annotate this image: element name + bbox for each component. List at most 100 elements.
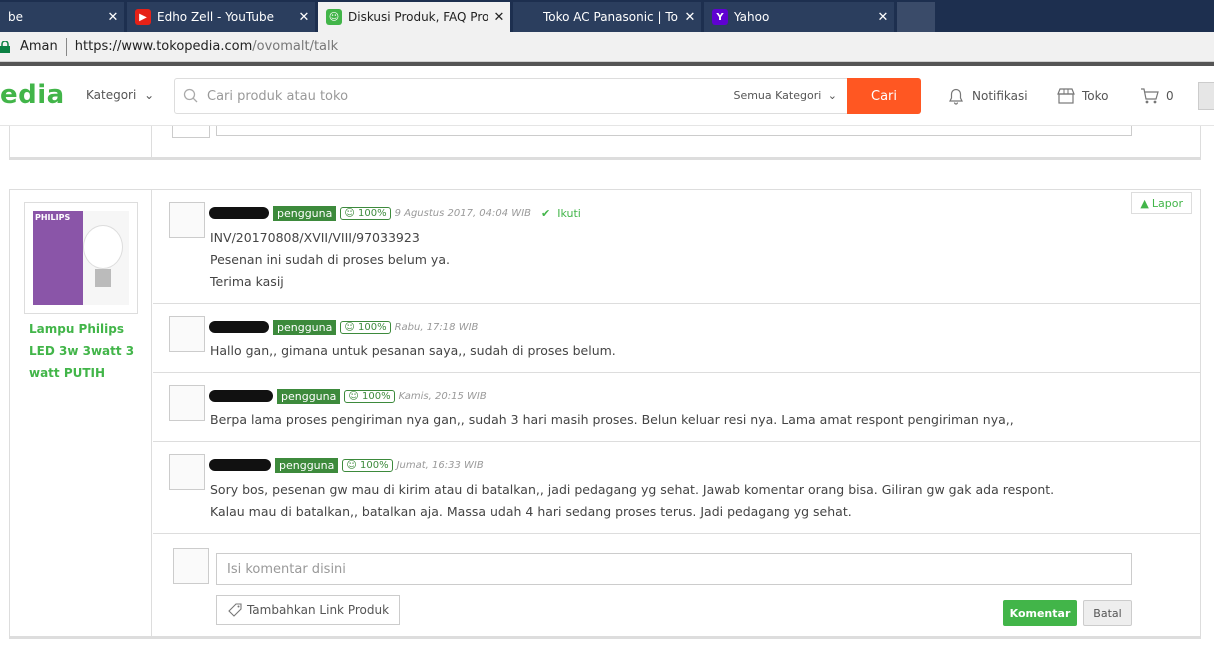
- message-body: Hallo gan,, gimana untuk pesanan saya,, …: [210, 340, 616, 362]
- avatar: [169, 385, 205, 421]
- previous-comment-input[interactable]: [216, 126, 1132, 136]
- submit-comment-button[interactable]: Komentar: [1003, 600, 1077, 626]
- message-meta: pengguna ☺ 100% 9 Agustus 2017, 04:04 WI…: [209, 205, 581, 221]
- reputation-badge: ☺ 100%: [344, 389, 395, 403]
- message-line: Pesenan ini sudah di proses belum ya.: [210, 252, 450, 267]
- yahoo-icon: Y: [712, 9, 728, 25]
- message-line: Terima kasij: [210, 274, 284, 289]
- user-role-badge: pengguna: [275, 457, 339, 473]
- browser-tab-2[interactable]: ▶ Edho Zell - YouTube ✕: [127, 2, 315, 32]
- browser-tab-3[interactable]: ☺ Diskusi Produk, FAQ Pro ✕: [318, 2, 510, 32]
- kategori-label: Kategori: [86, 88, 137, 102]
- bulb-graphic: [83, 225, 123, 269]
- notification-label: Notifikasi: [972, 89, 1028, 103]
- reputation-badge: ☺ 100%: [340, 206, 391, 220]
- tab-label: Yahoo: [734, 10, 770, 24]
- new-tab-button[interactable]: [897, 2, 935, 32]
- search-icon: [183, 88, 198, 103]
- search-button[interactable]: Cari: [847, 78, 921, 114]
- avatar: [172, 126, 210, 138]
- message-time: Rabu, 17:18 WIB: [394, 321, 479, 333]
- address-bar[interactable]: Aman https://www.tokopedia.com/ovomalt/t…: [0, 32, 1214, 62]
- close-tab-icon[interactable]: ✕: [488, 10, 510, 25]
- message-line: Hallo gan,, gimana untuk pesanan saya,, …: [210, 343, 616, 358]
- notification-menu[interactable]: Notifikasi: [946, 86, 1028, 106]
- previous-product-column: [10, 126, 152, 157]
- tab-label: Toko AC Panasonic | Tok: [543, 10, 679, 24]
- message-meta: pengguna ☺ 100% Rabu, 17:18 WIB: [209, 319, 488, 335]
- discussion-card: PHILIPS Lampu Philips LED 3w 3watt 3 wat…: [9, 189, 1201, 639]
- bell-icon: [949, 88, 963, 105]
- close-tab-icon[interactable]: ✕: [872, 10, 894, 25]
- shop-menu[interactable]: Toko: [1056, 86, 1109, 106]
- message-line: Kalau mau di batalkan,, batalkan aja. Ma…: [210, 504, 852, 519]
- tokopedia-icon: ☺: [326, 9, 342, 25]
- url-host: https://www.tokopedia.com: [74, 39, 253, 54]
- category-select[interactable]: Semua Kategori ⌄: [733, 89, 837, 102]
- tab-label: be: [8, 10, 23, 24]
- message-time: 9 Agustus 2017, 04:04 WIB: [394, 207, 532, 219]
- lock-icon: [0, 40, 10, 53]
- reputation-badge: ☺ 100%: [342, 458, 393, 472]
- reputation-value: 100%: [357, 207, 387, 219]
- reputation-badge: ☺ 100%: [340, 320, 391, 334]
- redacted-username: [209, 390, 273, 402]
- site-header: edia Kategori ⌄ Semua Kategori ⌄ Cari No…: [0, 66, 1214, 126]
- message-line: Berpa lama proses pengiriman nya gan,, s…: [210, 412, 1014, 427]
- cart-icon: [1141, 88, 1159, 104]
- add-product-link-label: Tambahkan Link Produk: [246, 603, 390, 617]
- youtube-icon: ▶: [135, 9, 151, 25]
- message-line: INV/20170808/XVII/VIII/97033923: [210, 230, 420, 245]
- cancel-button[interactable]: Batal: [1083, 600, 1132, 626]
- discussion-message: pengguna ☺ 100% Jumat, 16:33 WIB Sory bo…: [153, 442, 1201, 534]
- product-name-link[interactable]: Lampu Philips LED 3w 3watt 3 watt PUTIH: [29, 318, 139, 384]
- avatar: [169, 316, 205, 352]
- brand-logo-text: PHILIPS: [35, 213, 71, 222]
- discussion-message: pengguna ☺ 100% Rabu, 17:18 WIB Hallo ga…: [153, 304, 1201, 373]
- cart-menu[interactable]: 0: [1140, 86, 1174, 106]
- cart-count: 0: [1166, 89, 1174, 103]
- user-avatar[interactable]: [1198, 82, 1214, 110]
- product-image[interactable]: PHILIPS: [24, 202, 138, 314]
- message-time: Jumat, 16:33 WIB: [396, 459, 484, 471]
- close-tab-icon[interactable]: ✕: [293, 10, 315, 25]
- reputation-value: 100%: [357, 321, 387, 333]
- kategori-dropdown[interactable]: Kategori ⌄: [86, 88, 154, 102]
- close-tab-icon[interactable]: ✕: [679, 10, 701, 25]
- product-column: PHILIPS Lampu Philips LED 3w 3watt 3 wat…: [10, 190, 152, 637]
- avatar: [169, 454, 205, 490]
- bulb-base-graphic: [95, 269, 111, 287]
- address-separator: [65, 37, 67, 56]
- message-body: Sory bos, pesenan gw mau di kirim atau d…: [210, 479, 1054, 523]
- tokopedia-logo[interactable]: edia: [0, 80, 65, 110]
- comment-input[interactable]: [216, 553, 1132, 585]
- follow-button[interactable]: ✔ Ikuti: [541, 207, 581, 220]
- message-body: INV/20170808/XVII/VIII/97033923 Pesenan …: [210, 227, 450, 293]
- tag-icon: [228, 603, 242, 617]
- tab-label: Diskusi Produk, FAQ Pro: [348, 10, 488, 24]
- message-meta: pengguna ☺ 100% Kamis, 20:15 WIB: [209, 388, 497, 404]
- discussion-message: pengguna ☺ 100% 9 Agustus 2017, 04:04 WI…: [153, 190, 1201, 304]
- add-product-link-button[interactable]: Tambahkan Link Produk: [216, 595, 400, 625]
- secure-label: Aman: [20, 39, 58, 54]
- redacted-username: [209, 321, 269, 333]
- previous-discussion: [9, 126, 1201, 160]
- tab-label: Edho Zell - YouTube: [157, 10, 274, 24]
- product-image-graphic: PHILIPS: [33, 211, 129, 305]
- check-icon: ✔: [541, 206, 551, 220]
- browser-tab-5[interactable]: Y Yahoo ✕: [704, 2, 894, 32]
- avatar: [169, 202, 205, 238]
- redacted-username: [209, 207, 269, 219]
- reputation-value: 100%: [359, 459, 389, 471]
- close-tab-icon[interactable]: ✕: [102, 10, 124, 25]
- browser-tab-4[interactable]: Toko AC Panasonic | Tok ✕: [513, 2, 701, 32]
- redacted-username: [209, 459, 271, 471]
- search-input[interactable]: [207, 87, 707, 105]
- shop-label: Toko: [1082, 89, 1109, 103]
- reputation-value: 100%: [361, 390, 391, 402]
- user-role-badge: pengguna: [277, 388, 341, 404]
- discussion-message: pengguna ☺ 100% Kamis, 20:15 WIB Berpa l…: [153, 373, 1201, 442]
- follow-label: Ikuti: [557, 206, 581, 220]
- avatar: [173, 548, 209, 584]
- browser-tab-1[interactable]: be ✕: [0, 2, 124, 32]
